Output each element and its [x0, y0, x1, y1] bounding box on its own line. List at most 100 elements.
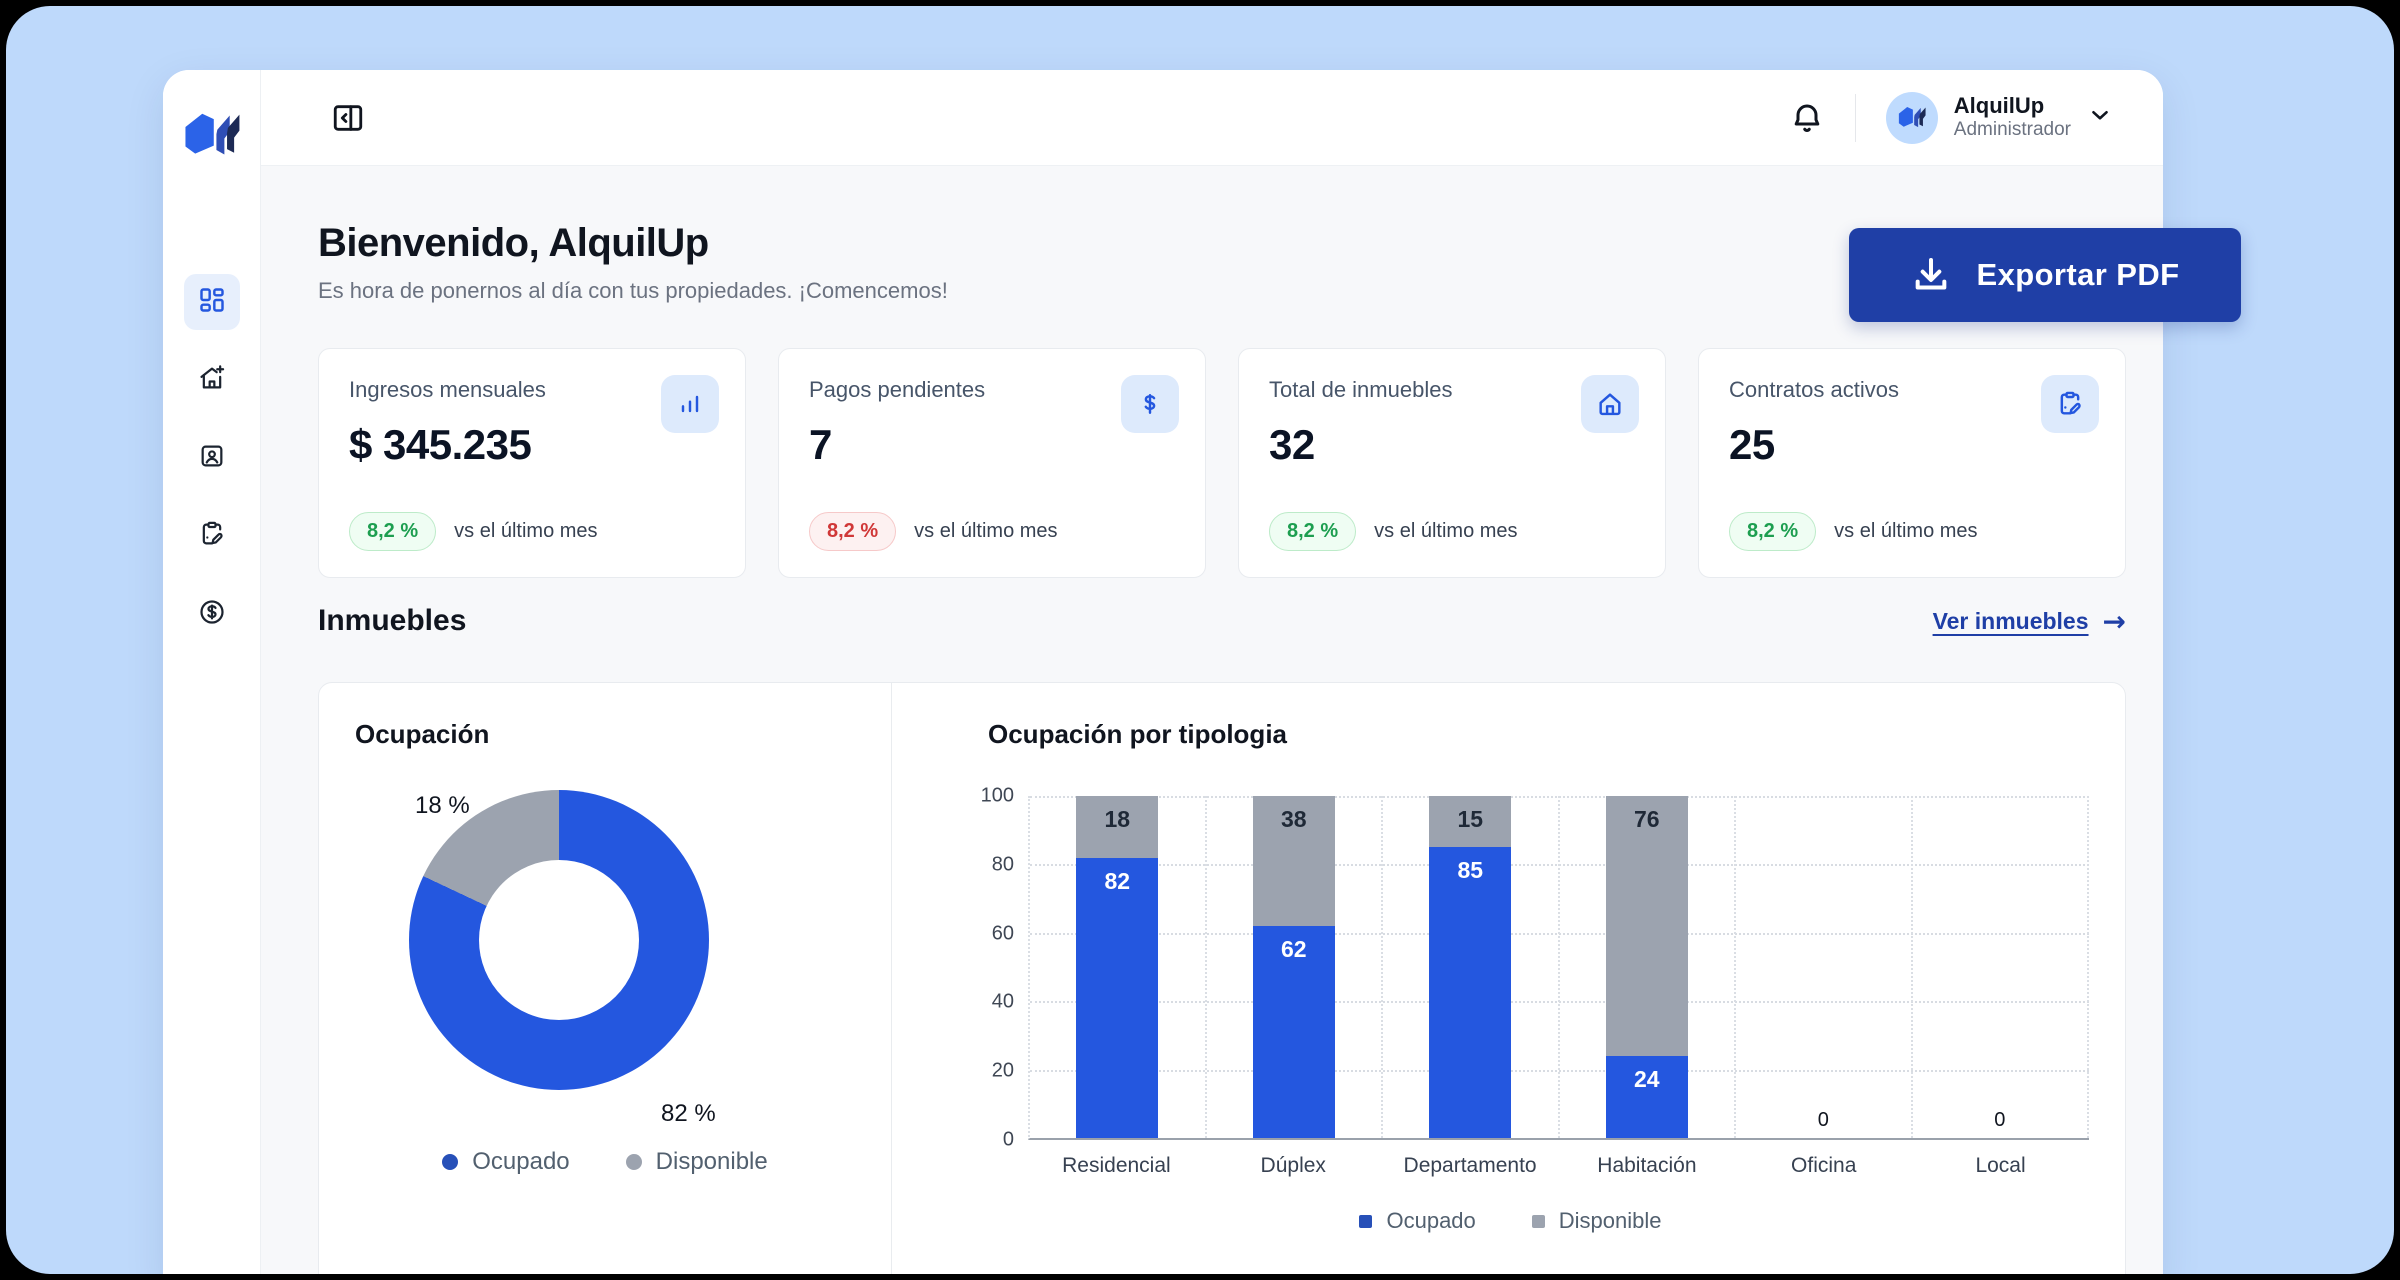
legend-label: Disponible: [656, 1148, 768, 1176]
sidebar-item-tenants[interactable]: [184, 430, 240, 486]
x-category-label: Dúplex: [1205, 1154, 1382, 1178]
app-logo: [163, 112, 260, 158]
sidebar-nav: [163, 274, 260, 642]
y-tick-label: 100: [981, 785, 1014, 808]
bar-value-label: 38: [1253, 806, 1335, 833]
house-icon: [1581, 375, 1639, 433]
bar-value-label: 0: [1736, 1109, 1911, 1132]
bar-y-axis: 020406080100: [932, 796, 1028, 1140]
download-icon: [1911, 255, 1951, 295]
sidebar-collapse-button[interactable]: [331, 101, 365, 135]
stat-badge: 8,2 %: [349, 512, 436, 551]
main-content: Bienvenido, AlquilUp Es hora de ponernos…: [261, 166, 2163, 1274]
stat-badge: 8,2 %: [1729, 512, 1816, 551]
stat-card-contratos: Contratos activos 25 8,2 % vs el último …: [1698, 348, 2126, 578]
inmuebles-section-header: Inmuebles Ver inmuebles →: [318, 604, 2126, 638]
account-name: AlquilUp: [1954, 93, 2071, 119]
legend-label: Disponible: [1559, 1208, 1662, 1234]
page-header: Bienvenido, AlquilUp Es hora de ponernos…: [318, 166, 2126, 304]
export-pdf-button[interactable]: Exportar PDF: [1849, 228, 2241, 322]
y-tick-label: 40: [992, 991, 1014, 1014]
donut-label-ocupado: 82 %: [661, 1100, 716, 1128]
chevron-down-icon: [2087, 102, 2113, 133]
sidebar-item-payments[interactable]: [184, 586, 240, 642]
bar-segment-ocupado: 82: [1076, 858, 1158, 1138]
avatar: [1886, 92, 1938, 144]
y-tick-label: 60: [992, 922, 1014, 945]
bar-chart-title: Ocupación por tipologia: [988, 719, 2089, 750]
bar-value-label: 82: [1076, 868, 1158, 895]
bar-segment-disponible: 18: [1076, 796, 1158, 858]
stat-card-inmuebles: Total de inmuebles 32 8,2 % vs el último…: [1238, 348, 1666, 578]
donut-legend: Ocupado Disponible: [355, 1148, 855, 1176]
bar-value-label: 85: [1429, 857, 1511, 884]
bar-chart-icon: [661, 375, 719, 433]
house-plus-icon: [198, 364, 226, 397]
donut-hole: [479, 860, 639, 1020]
legend-marker: [1532, 1215, 1545, 1228]
legend-item-disponible[interactable]: Disponible: [626, 1148, 768, 1176]
stat-cards: Ingresos mensuales $ 345.235 8,2 % vs el…: [318, 348, 2126, 578]
bar-segment-ocupado: 85: [1429, 847, 1511, 1138]
ver-inmuebles-link[interactable]: Ver inmuebles →: [1933, 605, 2126, 638]
bar-value-label: 62: [1253, 936, 1335, 963]
x-category-label: Departamento: [1382, 1154, 1559, 1178]
legend-label: Ocupado: [1386, 1208, 1475, 1234]
bar-value-label: 18: [1076, 806, 1158, 833]
legend-label: Ocupado: [472, 1148, 569, 1176]
topbar: AlquilUp Administrador: [261, 70, 2163, 166]
contact-card-icon: [198, 442, 226, 475]
stat-note: vs el último mes: [914, 520, 1057, 543]
legend-item-ocupado[interactable]: Ocupado: [442, 1148, 569, 1176]
app-background: AlquilUp Administrador Bienvenido, Alqui…: [6, 6, 2394, 1274]
dollar-icon: [1121, 375, 1179, 433]
stat-note: vs el último mes: [1374, 520, 1517, 543]
bar-value-label: 15: [1429, 806, 1511, 833]
notifications-bell-icon[interactable]: [1789, 100, 1825, 136]
sidebar-item-add-property[interactable]: [184, 352, 240, 408]
account-role: Administrador: [1954, 119, 2071, 142]
y-tick-label: 20: [992, 1060, 1014, 1083]
stat-value: 7: [809, 421, 1175, 469]
stat-value: $ 345.235: [349, 421, 715, 469]
bar-column-habitación: 76 24: [1560, 796, 1737, 1138]
legend-item-disponible[interactable]: Disponible: [1532, 1208, 1662, 1234]
bar-column-dúplex: 38 62: [1207, 796, 1384, 1138]
legend-marker: [442, 1154, 458, 1170]
y-tick-label: 80: [992, 853, 1014, 876]
bar-column-departamento: 1585: [1383, 796, 1560, 1138]
x-category-label: Residencial: [1028, 1154, 1205, 1178]
sidebar-item-dashboard[interactable]: [184, 274, 240, 330]
legend-marker: [626, 1154, 642, 1170]
bar-plot: 188238621585762400: [1028, 796, 2089, 1140]
bar-column-oficina: 0: [1736, 796, 1913, 1138]
stat-badge: 8,2 %: [809, 512, 896, 551]
dashboard-grid-icon: [198, 286, 226, 319]
account-menu[interactable]: AlquilUp Administrador: [1886, 92, 2113, 144]
bar-segment-ocupado: 24: [1606, 1056, 1688, 1138]
x-category-label: Oficina: [1735, 1154, 1912, 1178]
app-window: AlquilUp Administrador Bienvenido, Alqui…: [163, 70, 2163, 1274]
stat-note: vs el último mes: [1834, 520, 1977, 543]
sidebar-item-contracts[interactable]: [184, 508, 240, 564]
section-title: Inmuebles: [318, 604, 466, 638]
donut-label-disponible: 18 %: [415, 792, 470, 820]
x-category-label: Local: [1912, 1154, 2089, 1178]
bar-segment-disponible: 76: [1606, 796, 1688, 1056]
bar-value-label: 24: [1606, 1066, 1688, 1093]
bar-chart: 020406080100 188238621585762400: [932, 796, 2089, 1140]
stat-value: 32: [1269, 421, 1635, 469]
bar-value-label: 76: [1606, 806, 1688, 833]
legend-item-ocupado[interactable]: Ocupado: [1359, 1208, 1475, 1234]
contract-icon: [2041, 375, 2099, 433]
stat-value: 25: [1729, 421, 2095, 469]
bar-column-local: 0: [1913, 796, 2090, 1138]
bar-x-axis: ResidencialDúplexDepartamentoHabitaciónO…: [1028, 1154, 2089, 1178]
occupancy-donut-section: Ocupación 18 % 82 % OcupadoDisponible: [319, 683, 892, 1274]
stat-note: vs el último mes: [454, 520, 597, 543]
x-category-label: Habitación: [1558, 1154, 1735, 1178]
stat-badge: 8,2 %: [1269, 512, 1356, 551]
stat-card-ingresos: Ingresos mensuales $ 345.235 8,2 % vs el…: [318, 348, 746, 578]
bar-segment-disponible: 15: [1429, 796, 1511, 847]
sidebar: [163, 70, 261, 1274]
